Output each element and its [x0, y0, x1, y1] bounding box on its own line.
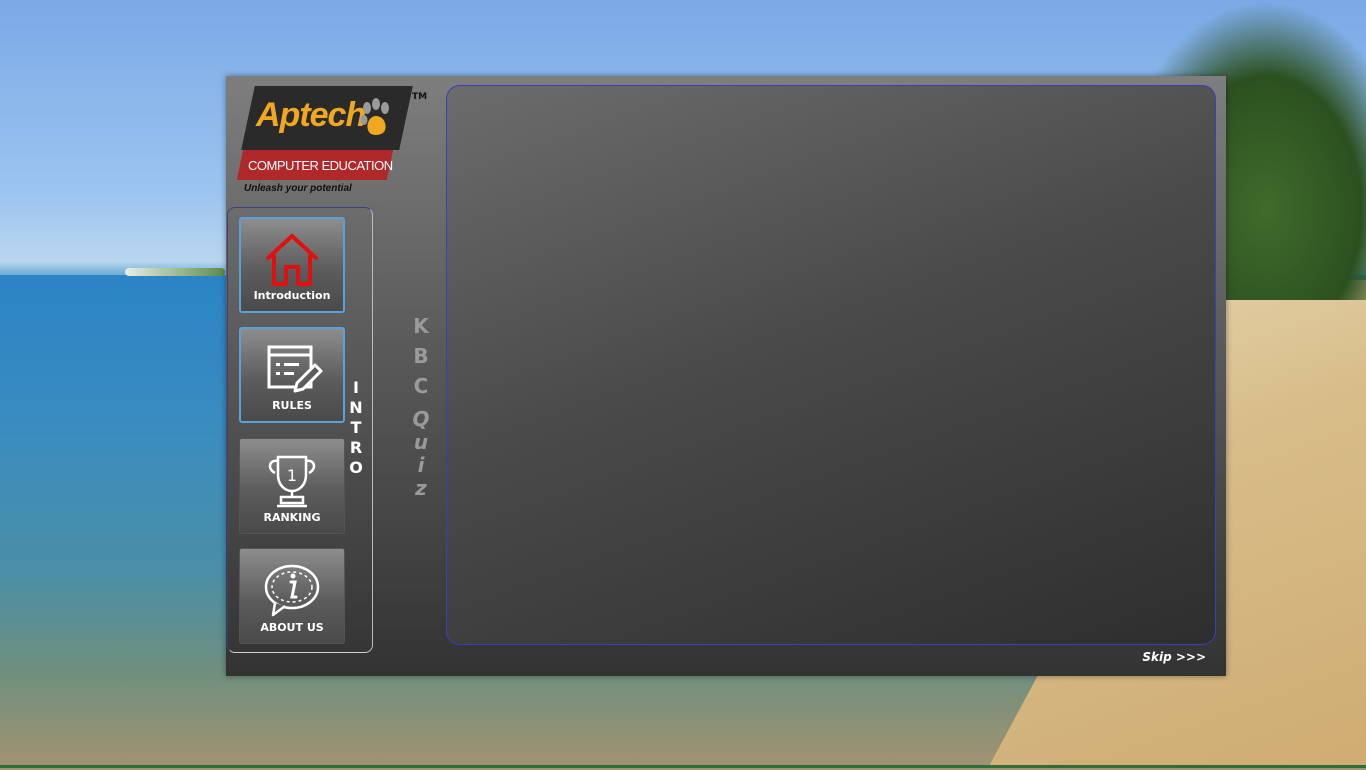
logo-subtitle: COMPUTER EDUCATION: [248, 158, 393, 173]
svg-text:1: 1: [287, 466, 297, 485]
skip-link[interactable]: Skip >>>: [1142, 650, 1206, 664]
aptech-logo: Aptech TM COMPUTER EDUCATION Unleash you…: [234, 84, 428, 199]
rules-edit-icon: [267, 345, 323, 393]
home-icon: [265, 233, 319, 286]
kbc-vertical-label: KBC: [413, 314, 429, 398]
content-panel: [446, 85, 1216, 645]
nav-introduction-button[interactable]: Introduction: [239, 217, 345, 313]
logo-title: Aptech: [256, 96, 366, 134]
nav-rules-button[interactable]: RULES: [239, 327, 345, 423]
nav-rules-label: RULES: [272, 399, 312, 412]
quiz-vertical-label: Quiz: [412, 407, 430, 500]
quiz-window: Aptech TM COMPUTER EDUCATION Unleash you…: [226, 76, 1226, 676]
section-label-vertical: INTRO: [349, 378, 363, 477]
nav-about-button[interactable]: ABOUT US: [239, 548, 345, 644]
logo-tagline: Unleash your potential: [244, 183, 352, 194]
nav-about-label: ABOUT US: [260, 621, 324, 634]
desktop-island: [125, 268, 225, 276]
paw-icon: [360, 98, 389, 135]
info-chat-icon: [264, 564, 320, 617]
trademark: TM: [412, 92, 428, 102]
nav-ranking-button[interactable]: 1 RANKING: [239, 438, 345, 534]
trophy-icon: 1: [268, 455, 316, 508]
nav-ranking-label: RANKING: [263, 511, 321, 524]
nav-introduction-label: Introduction: [253, 289, 331, 302]
